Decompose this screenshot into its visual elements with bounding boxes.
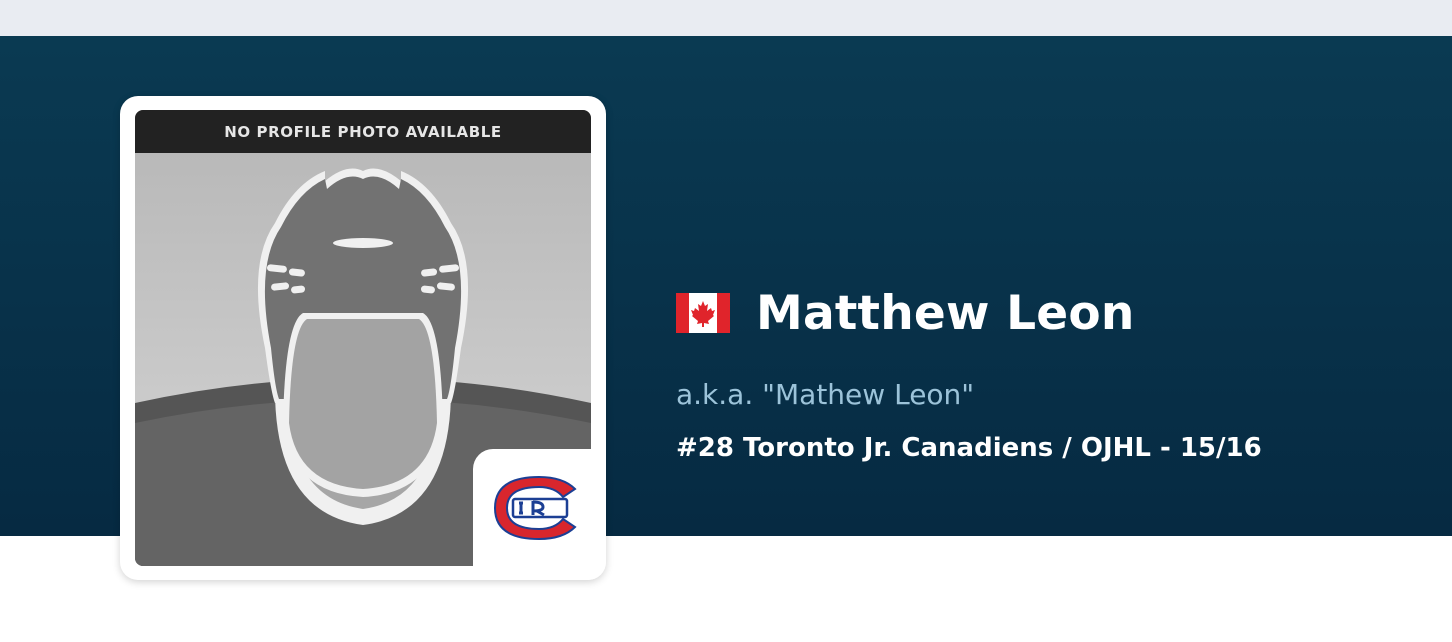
player-info: Matthew Leon a.k.a. "Mathew Leon" #28 To…: [676, 282, 1262, 463]
player-team-line[interactable]: #28 Toronto Jr. Canadiens / OJHL - 15/16: [676, 433, 1262, 463]
player-name-row: Matthew Leon: [676, 282, 1262, 344]
top-strip: [0, 0, 1452, 36]
canada-flag-icon: [676, 293, 730, 333]
profile-photo-card: NO PROFILE PHOTO AVAILABLE: [120, 96, 606, 580]
team-logo-badge[interactable]: [473, 449, 606, 580]
toronto-jr-canadiens-logo-icon: [493, 475, 577, 541]
player-alias: a.k.a. "Mathew Leon": [676, 378, 975, 411]
player-name: Matthew Leon: [756, 285, 1135, 341]
no-photo-banner: NO PROFILE PHOTO AVAILABLE: [135, 110, 591, 153]
